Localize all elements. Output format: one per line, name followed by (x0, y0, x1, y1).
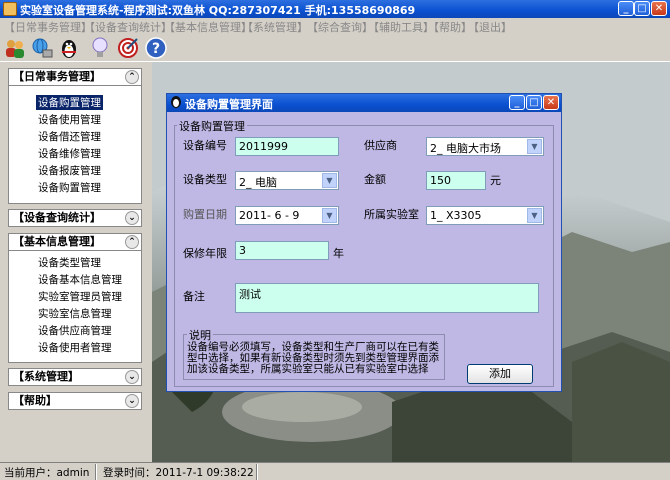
panel-daily-affairs-body: 设备购置管理 设备使用管理 设备借还管理 设备维修管理 设备报废管理 设备购置管… (8, 86, 142, 204)
lab-select[interactable]: 1_ X3305 ▼ (426, 206, 544, 225)
menu-bar: 【日常事务管理】 【设备查询统计】 【基本信息管理】 【系统管理】 【综合查询】… (0, 18, 670, 34)
purchase-dialog: 设备购置管理界面 _ □ ✕ 设备购置管理 设备编号 2011999 供应商 2… (166, 93, 562, 392)
panel-title: 【帮助】 (13, 394, 57, 407)
help-icon[interactable]: ? (144, 36, 168, 60)
sidebar-item-borrow[interactable]: 设备借还管理 (38, 129, 101, 144)
chevron-down-icon[interactable]: ▼ (322, 208, 337, 223)
users-icon[interactable] (3, 36, 27, 60)
chevron-down-icon[interactable]: ▼ (527, 139, 542, 154)
purchase-date-value: 2011- 6 - 9 (239, 209, 300, 222)
panel-title: 【基本信息管理】 (13, 235, 101, 248)
add-button[interactable]: 添加 (467, 364, 533, 384)
app-icon (3, 2, 17, 16)
purchase-date-label: 购置日期 (183, 208, 227, 221)
sidebar-item-device-type[interactable]: 设备类型管理 (38, 255, 101, 270)
chevron-down-icon[interactable]: ▼ (322, 173, 337, 188)
menu-tools[interactable]: 【辅助工具】 (368, 19, 434, 35)
window-titlebar[interactable]: 实验室设备管理系统-程序测试:双鱼林 QQ:287307421 手机:13558… (0, 0, 670, 18)
menu-exit[interactable]: 【退出】 (468, 19, 512, 35)
minimize-button[interactable]: _ (618, 1, 634, 16)
lab-label: 所属实验室 (364, 208, 419, 221)
menu-device-query[interactable]: 【设备查询统计】 (84, 19, 172, 35)
warranty-unit: 年 (333, 247, 344, 260)
panel-device-query-header[interactable]: 【设备查询统计】 ⌄ (8, 209, 142, 227)
group-title: 设备购置管理 (177, 118, 247, 134)
penguin-icon[interactable] (57, 36, 81, 60)
menu-basic-info[interactable]: 【基本信息管理】 (164, 19, 252, 35)
warranty-label: 保修年限 (183, 247, 227, 260)
expand-icon[interactable]: ⌄ (125, 394, 139, 408)
panel-basic-info-header[interactable]: 【基本信息管理】 ⌃ (8, 233, 142, 251)
amount-unit: 元 (490, 174, 501, 187)
dialog-title: 设备购置管理界面 (185, 98, 273, 111)
supplier-select[interactable]: 2_ 电脑大市场 ▼ (426, 137, 544, 156)
sidebar-item-device-info[interactable]: 设备基本信息管理 (38, 272, 122, 287)
status-bar: 当前用户：admin 登录时间：2011-7-1 09:38:22 (0, 462, 670, 480)
sidebar-item-lab-info[interactable]: 实验室信息管理 (38, 306, 112, 321)
device-code-label: 设备编号 (183, 139, 227, 152)
status-login-time: 登录时间：2011-7-1 09:38:22 (103, 467, 254, 479)
device-type-value: 2_ 电脑 (239, 176, 277, 189)
dialog-close-button[interactable]: ✕ (543, 95, 559, 110)
lab-value: 1_ X3305 (430, 209, 482, 222)
panel-title: 【系统管理】 (13, 370, 79, 383)
target-icon[interactable] (116, 36, 140, 60)
panel-daily-affairs-header[interactable]: 【日常事务管理】 ⌃ (8, 68, 142, 86)
sidebar-item-usage[interactable]: 设备使用管理 (38, 112, 101, 127)
lightbulb-icon[interactable] (88, 36, 112, 60)
panel-system-header[interactable]: 【系统管理】 ⌄ (8, 368, 142, 386)
supplier-label: 供应商 (364, 139, 397, 152)
remark-label: 备注 (183, 290, 205, 303)
panel-title: 【设备查询统计】 (13, 211, 101, 224)
globe-network-icon[interactable] (30, 36, 54, 60)
sidebar-item-repair[interactable]: 设备维修管理 (38, 146, 101, 161)
chevron-down-icon[interactable]: ▼ (527, 208, 542, 223)
menu-help[interactable]: 【帮助】 (428, 19, 472, 35)
amount-label: 金额 (364, 173, 386, 186)
collapse-icon[interactable]: ⌃ (125, 235, 139, 249)
dialog-minimize-button[interactable]: _ (509, 95, 525, 110)
note-line-3: 加该设备类型，所属实验室只能从已有实验室中选择 (187, 363, 429, 375)
close-button[interactable]: ✕ (651, 1, 667, 16)
sidebar-item-supplier[interactable]: 设备供应商管理 (38, 323, 112, 338)
status-divider (256, 464, 258, 480)
device-type-select[interactable]: 2_ 电脑 ▼ (235, 171, 339, 190)
svg-text:?: ? (152, 41, 160, 57)
remark-field[interactable]: 测试 (235, 283, 539, 313)
sidebar-item-lab-admin[interactable]: 实验室管理员管理 (38, 289, 122, 304)
toolbar: ? (0, 34, 670, 62)
supplier-value: 2_ 电脑大市场 (430, 142, 501, 155)
sidebar-item-scrap[interactable]: 设备报废管理 (38, 163, 101, 178)
dialog-app-icon (170, 96, 182, 108)
sidebar-item-purchase-2[interactable]: 设备购置管理 (38, 180, 101, 195)
warranty-field[interactable]: 3 (235, 241, 329, 260)
device-code-field[interactable]: 2011999 (235, 137, 339, 156)
status-current-user: 当前用户：admin (4, 467, 90, 479)
status-divider (95, 464, 97, 480)
dialog-titlebar[interactable]: 设备购置管理界面 _ □ ✕ (167, 94, 561, 112)
device-type-label: 设备类型 (183, 173, 227, 186)
menu-daily-affairs[interactable]: 【日常事务管理】 (4, 19, 92, 35)
dialog-maximize-button[interactable]: □ (526, 95, 542, 110)
purchase-date-picker[interactable]: 2011- 6 - 9 ▼ (235, 206, 339, 225)
maximize-button[interactable]: □ (634, 1, 650, 16)
panel-title: 【日常事务管理】 (13, 70, 101, 83)
expand-icon[interactable]: ⌄ (125, 370, 139, 384)
menu-composite-query[interactable]: 【综合查询】 (307, 19, 373, 35)
panel-basic-info-body: 设备类型管理 设备基本信息管理 实验室管理员管理 实验室信息管理 设备供应商管理… (8, 251, 142, 363)
window-title: 实验室设备管理系统-程序测试:双鱼林 QQ:287307421 手机:13558… (20, 4, 416, 17)
panel-help-header[interactable]: 【帮助】 ⌄ (8, 392, 142, 410)
menu-system[interactable]: 【系统管理】 (242, 19, 308, 35)
sidebar-item-purchase[interactable]: 设备购置管理 (36, 95, 103, 110)
collapse-icon[interactable]: ⌃ (125, 70, 139, 84)
sidebar: 【日常事务管理】 ⌃ 设备购置管理 设备使用管理 设备借还管理 设备维修管理 设… (0, 62, 152, 462)
expand-icon[interactable]: ⌄ (125, 211, 139, 225)
amount-field[interactable]: 150 (426, 171, 486, 190)
sidebar-item-device-user[interactable]: 设备使用者管理 (38, 340, 112, 355)
